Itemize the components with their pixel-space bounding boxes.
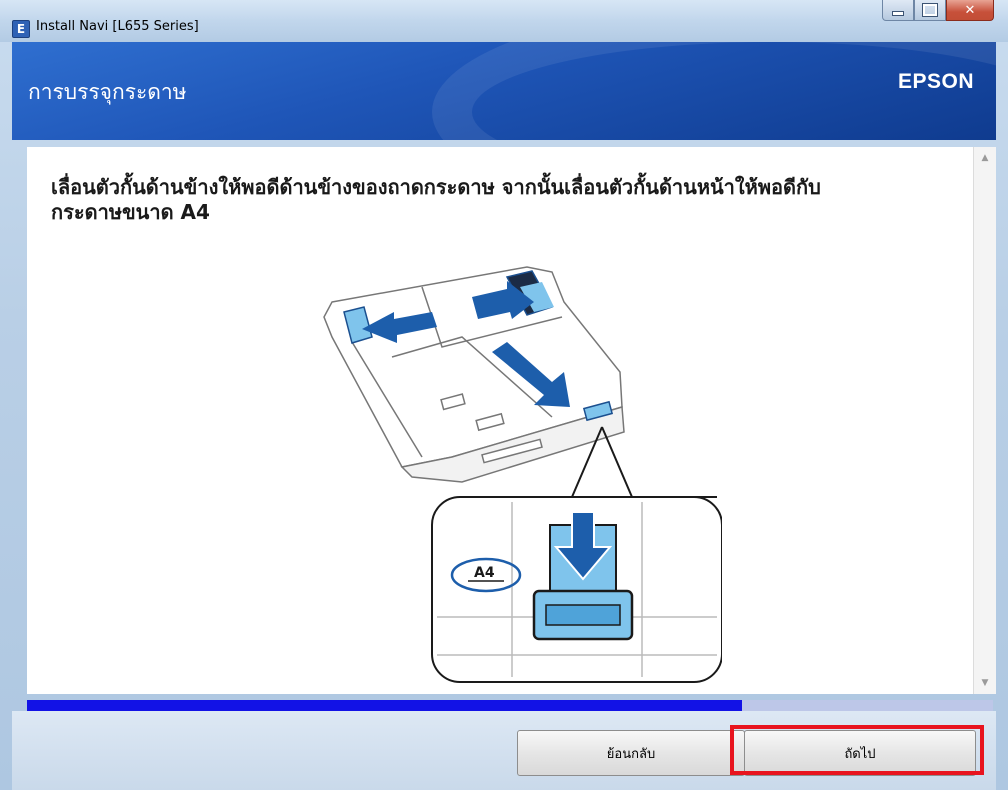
minimize-button[interactable] [882, 0, 914, 21]
window-controls: ✕ [882, 0, 994, 22]
page-header: การบรรจุกระดาษ EPSON [12, 42, 996, 140]
paper-tray-illustration: A4 [323, 266, 722, 683]
progress-bar [27, 700, 993, 711]
maximize-icon [922, 3, 938, 17]
back-button[interactable]: ย้อนกลับ [517, 730, 745, 776]
close-button[interactable]: ✕ [946, 0, 994, 21]
scroll-up-icon[interactable]: ▲ [979, 153, 991, 163]
instruction-line-1: เลื่อนตัวกั้นด้านข้างให้พอดีด้านข้างของถ… [51, 175, 821, 199]
minimize-icon [892, 10, 904, 16]
next-button-highlight [730, 725, 984, 775]
maximize-button[interactable] [914, 0, 946, 21]
vertical-scrollbar[interactable]: ▲ ▼ [973, 147, 996, 694]
window-title: Install Navi [L655 Series] [36, 19, 199, 34]
close-icon: ✕ [964, 2, 976, 18]
progress-fill [27, 700, 742, 711]
page-title: การบรรจุกระดาษ [28, 80, 187, 104]
instruction-text: เลื่อนตัวกั้นด้านข้างให้พอดีด้านข้างของถ… [51, 175, 951, 225]
content-pane: เลื่อนตัวกั้นด้านข้างให้พอดีด้านข้างของถ… [27, 147, 973, 694]
back-button-label: ย้อนกลับ [606, 746, 656, 762]
instruction-line-2: กระดาษขนาด A4 [51, 200, 210, 224]
app-icon: E [12, 20, 30, 38]
epson-logo: EPSON [897, 70, 974, 93]
a4-size-label: A4 [474, 565, 495, 581]
title-bar: E Install Navi [L655 Series] ✕ [0, 0, 1008, 42]
install-navi-window: E Install Navi [L655 Series] ✕ การบรรจุก… [0, 0, 1008, 790]
scroll-down-icon[interactable]: ▼ [979, 678, 991, 688]
